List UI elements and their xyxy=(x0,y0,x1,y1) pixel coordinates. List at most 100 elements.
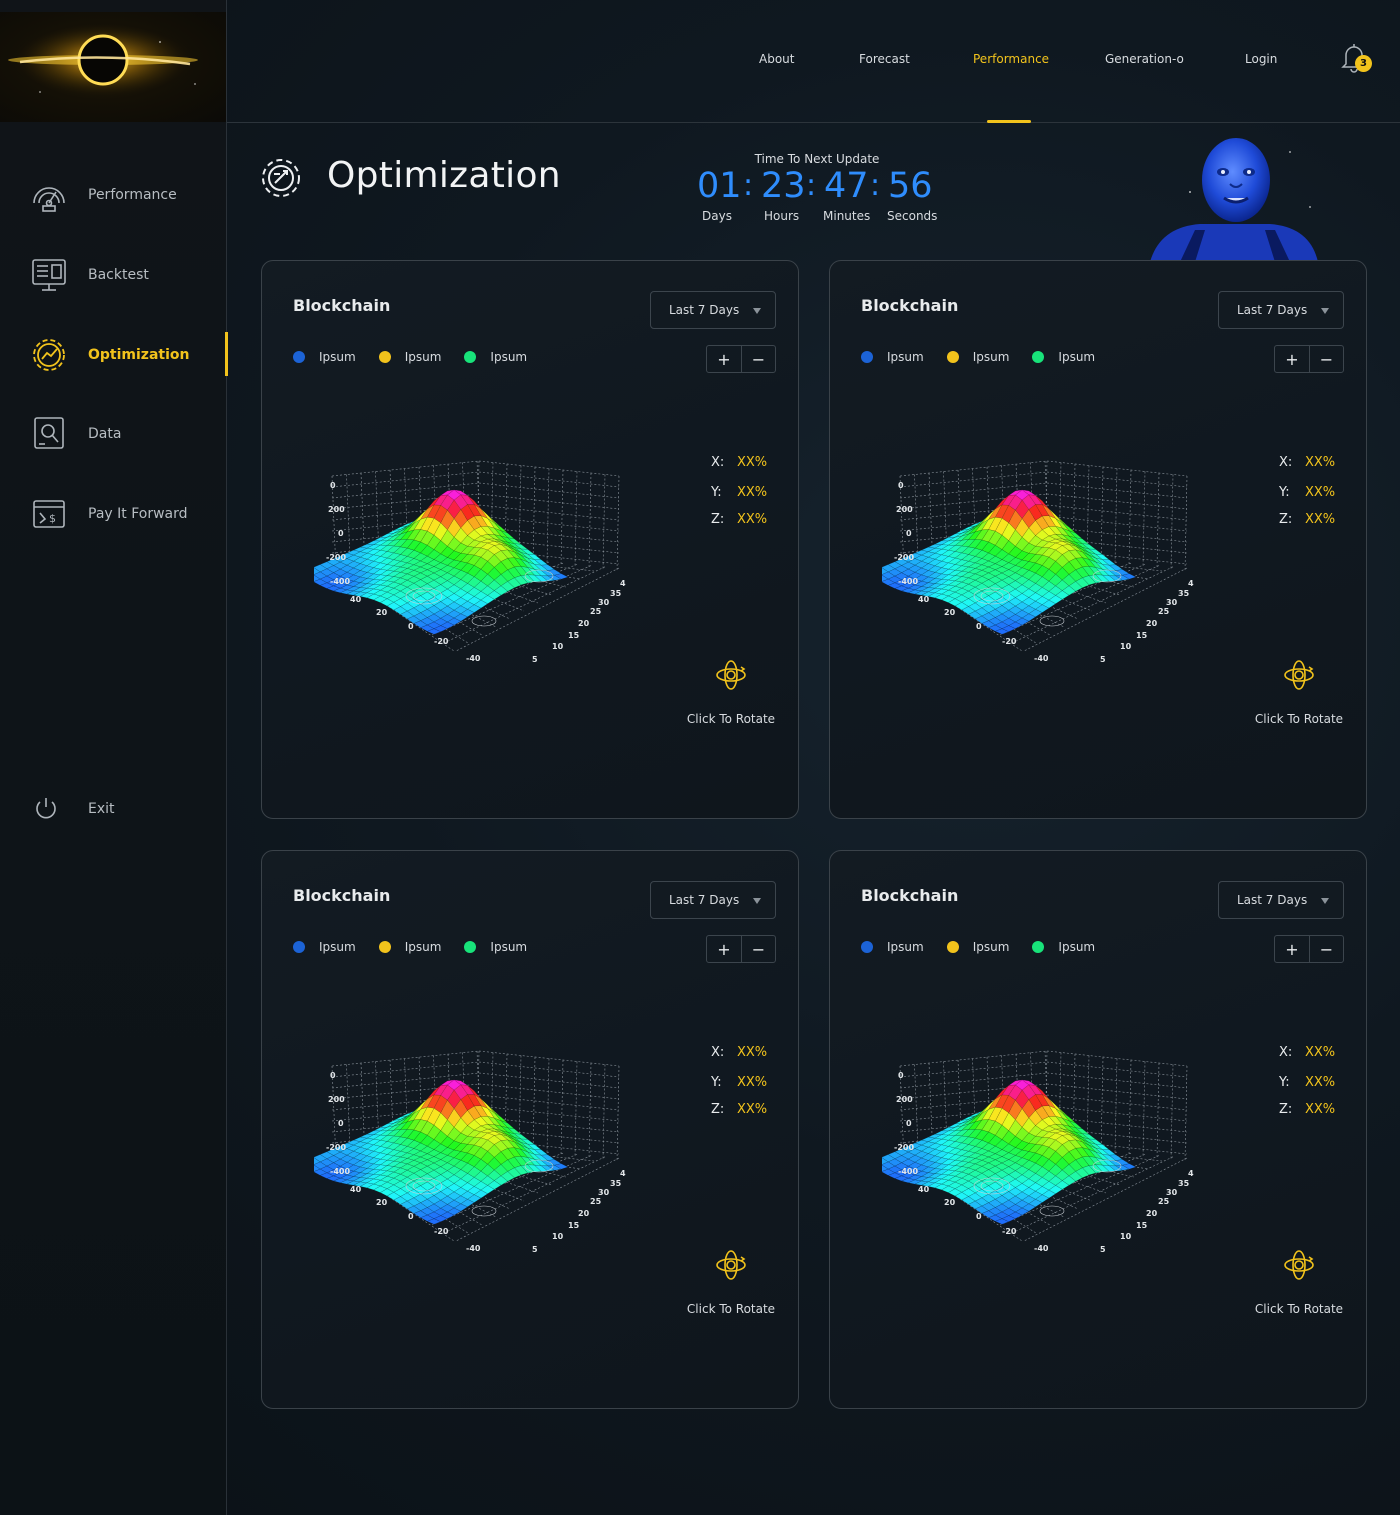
x-tick-label: -20 xyxy=(434,1227,449,1236)
exit-button[interactable]: Exit xyxy=(0,786,227,832)
surface-plot-svg: 02000-200-40040200-20-40 51015202530354 xyxy=(299,1050,626,1254)
y-tick-label: 35 xyxy=(610,589,622,598)
card-title: Blockchain xyxy=(861,886,959,905)
nav-about[interactable]: About xyxy=(759,52,794,66)
z-tick-label: 0 xyxy=(330,1071,336,1080)
legend-dot-yellow xyxy=(378,351,391,363)
x-tick-label: -20 xyxy=(1002,1227,1017,1236)
click-to-rotate-button[interactable]: Click To Rotate xyxy=(672,1302,790,1316)
nav-generation-o[interactable]: Generation-o xyxy=(1105,52,1184,66)
coord-y: Y: XX% xyxy=(711,485,767,500)
y-tick-label: 5 xyxy=(1100,1245,1106,1254)
y-tick-label: 20 xyxy=(1146,1209,1158,1218)
coord-y: Y: XX% xyxy=(1279,1075,1335,1090)
rotate-icon[interactable] xyxy=(1282,658,1316,692)
rotate-icon[interactable] xyxy=(714,658,748,692)
coord-z: Z: XX% xyxy=(711,512,767,527)
y-tick-label: 4 xyxy=(1188,579,1194,588)
date-range-dropdown[interactable]: Last 7 Days xyxy=(1218,291,1344,329)
sidebar-item-performance[interactable]: Performance xyxy=(0,172,227,218)
sidebar-item-data[interactable]: Data xyxy=(0,411,227,457)
sidebar-item-pay-it-forward[interactable]: $ Pay It Forward xyxy=(0,491,227,537)
y-tick-label: 35 xyxy=(610,1179,622,1188)
coord-z-value: XX% xyxy=(737,1102,768,1117)
card-title: Blockchain xyxy=(293,296,391,315)
legend-label: Ipsum xyxy=(1058,940,1096,954)
countdown-hours-label: Hours xyxy=(764,209,800,223)
date-range-dropdown[interactable]: Last 7 Days xyxy=(650,291,776,329)
y-tick-label: 25 xyxy=(1158,1197,1170,1206)
surface-plot-svg: 02000-200-40040200-20-40 51015202530354 xyxy=(299,460,626,664)
zoom-out-button[interactable]: − xyxy=(740,346,775,372)
svg-text:$: $ xyxy=(49,512,56,525)
legend-dot-green xyxy=(1032,941,1045,953)
x-tick-label: 40 xyxy=(918,595,930,604)
surface-plot-3d[interactable]: 0 200 0 -200 -400 40 20 0 -20 -40 5 10 15 20 25 30 35 4 xyxy=(867,1036,1202,1261)
y-tick-label: 5 xyxy=(1100,655,1106,664)
rotate-3d-icon xyxy=(1284,1250,1314,1280)
legend-label: Ipsum xyxy=(404,940,442,954)
rotate-3d-icon xyxy=(716,1250,746,1280)
coord-z: Z: XX% xyxy=(711,1102,767,1117)
legend-item: Ipsum xyxy=(861,350,924,364)
legend-dot-yellow xyxy=(946,351,959,363)
zoom-out-button[interactable]: − xyxy=(1308,346,1343,372)
zoom-controls: + − xyxy=(706,935,776,963)
nav-login[interactable]: Login xyxy=(1245,52,1277,66)
y-tick-label: 4 xyxy=(1188,1169,1194,1178)
z-tick-label: 200 xyxy=(328,505,345,514)
z-tick-label: -400 xyxy=(330,1167,350,1176)
page-title: Optimization xyxy=(327,155,561,196)
rotate-3d-icon xyxy=(1284,660,1314,690)
coord-y-label: Y: xyxy=(711,1075,722,1090)
x-tick-label: -20 xyxy=(434,637,449,646)
surface-plot-3d[interactable]: 0 200 0 -200 -400 40 20 0 -20 -40 5 10 15 20 25 30 35 4 xyxy=(299,446,634,671)
zoom-in-button[interactable]: + xyxy=(1275,346,1309,372)
y-tick-label: 20 xyxy=(1146,619,1158,628)
exit-label: Exit xyxy=(88,801,115,817)
click-to-rotate-button[interactable]: Click To Rotate xyxy=(672,712,790,726)
nav-performance[interactable]: Performance xyxy=(973,52,1049,66)
coord-x-value: XX% xyxy=(737,1045,768,1060)
x-tick-label: 20 xyxy=(376,608,388,617)
date-range-dropdown[interactable]: Last 7 Days xyxy=(650,881,776,919)
monitor-chart-icon xyxy=(29,255,69,295)
coord-z: Z: XX% xyxy=(1279,1102,1335,1117)
rotate-icon[interactable] xyxy=(1282,1248,1316,1282)
click-to-rotate-button[interactable]: Click To Rotate xyxy=(1240,712,1358,726)
x-tick-label: 0 xyxy=(976,1212,982,1221)
zoom-out-button[interactable]: − xyxy=(740,936,775,962)
x-tick-label: 0 xyxy=(408,622,414,631)
z-tick-label: 0 xyxy=(338,1119,344,1128)
zoom-in-button[interactable]: + xyxy=(707,936,741,962)
x-tick-label: 40 xyxy=(350,595,362,604)
legend-item: Ipsum xyxy=(378,940,442,954)
nav-forecast[interactable]: Forecast xyxy=(859,52,910,66)
zoom-in-button[interactable]: + xyxy=(1275,936,1309,962)
surface-plot-3d[interactable]: 0 200 0 -200 -400 40 20 0 -20 -40 5 10 15 20 25 30 35 4 xyxy=(867,446,1202,671)
click-to-rotate-button[interactable]: Click To Rotate xyxy=(1240,1302,1358,1316)
y-tick-label: 4 xyxy=(620,579,626,588)
coord-z-label: Z: xyxy=(1279,512,1293,527)
y-tick-label: 5 xyxy=(532,655,538,664)
y-tick-label: 30 xyxy=(1166,1188,1178,1197)
active-nav-indicator xyxy=(987,120,1031,123)
surface-mesh xyxy=(867,1079,1137,1225)
zoom-out-button[interactable]: − xyxy=(1308,936,1343,962)
sidebar-item-optimization[interactable]: Optimization xyxy=(0,332,228,378)
zoom-in-button[interactable]: + xyxy=(707,346,741,372)
coord-x-value: XX% xyxy=(1305,1045,1336,1060)
coord-x-value: XX% xyxy=(737,455,768,470)
y-tick-label: 15 xyxy=(1136,1221,1148,1230)
rotate-icon[interactable] xyxy=(714,1248,748,1282)
surface-plot-3d[interactable]: 0 200 0 -200 -400 40 20 0 -20 -40 5 10 15 20 25 30 35 4 xyxy=(299,1036,634,1261)
coord-y-label: Y: xyxy=(711,485,722,500)
date-range-dropdown[interactable]: Last 7 Days xyxy=(1218,881,1344,919)
sidebar-item-backtest[interactable]: Backtest xyxy=(0,252,227,298)
coord-y-value: XX% xyxy=(1305,1075,1336,1090)
y-tick-label: 15 xyxy=(1136,631,1148,640)
x-tick-label: -40 xyxy=(466,654,481,663)
legend-dot-yellow xyxy=(946,941,959,953)
logo[interactable] xyxy=(0,12,226,122)
y-tick-label: 30 xyxy=(1166,598,1178,607)
